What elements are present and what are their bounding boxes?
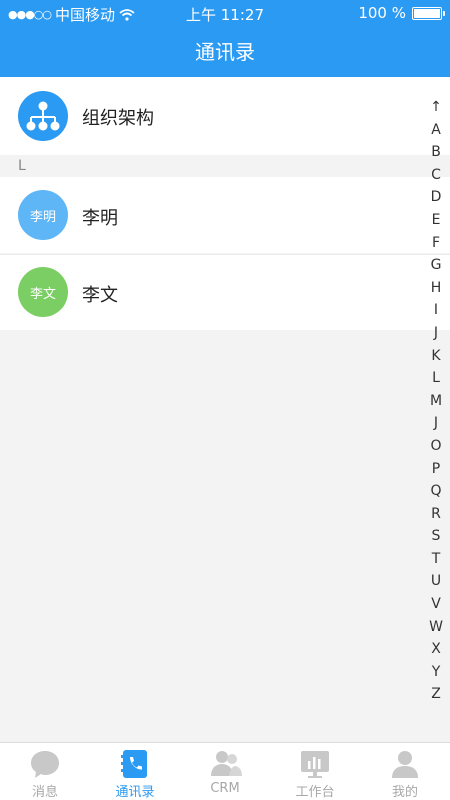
index-letter[interactable]: G	[422, 254, 450, 277]
index-letter[interactable]: ↑	[422, 96, 450, 119]
index-letter[interactable]: I	[422, 299, 450, 322]
tab-label: 消息	[31, 785, 58, 800]
battery-icon	[412, 6, 445, 20]
section-header: L	[0, 155, 450, 177]
tab-label: 工作台	[295, 785, 335, 800]
alphabet-index-bar[interactable]: ↑ A B C D E F G H I J K L M J O P Q R S T U V W X Y Z	[422, 96, 450, 706]
index-letter[interactable]: S	[422, 525, 450, 548]
avatar: 李文	[18, 267, 68, 317]
tab-bar: 消息 通讯录 CRM 工作台 我的	[0, 742, 450, 800]
profile-icon	[392, 751, 418, 778]
index-letter[interactable]: J	[422, 412, 450, 435]
index-letter[interactable]: K	[422, 345, 450, 368]
org-chart-icon	[18, 91, 68, 141]
tab-crm[interactable]: CRM	[180, 743, 270, 800]
index-letter[interactable]: X	[422, 638, 450, 661]
battery-label: 100 %	[358, 4, 406, 22]
org-structure-label: 组织架构	[82, 108, 154, 129]
index-letter[interactable]: R	[422, 503, 450, 526]
index-letter[interactable]: U	[422, 570, 450, 593]
index-letter[interactable]: W	[422, 616, 450, 639]
index-letter[interactable]: M	[422, 390, 450, 413]
contacts-icon	[121, 750, 147, 778]
index-letter[interactable]: D	[422, 186, 450, 209]
crm-icon	[211, 751, 242, 776]
tab-messages[interactable]: 消息	[0, 743, 90, 800]
index-letter[interactable]: C	[422, 164, 450, 187]
contact-item[interactable]: 李明 李明	[0, 177, 450, 253]
contact-item[interactable]: 李文 李文	[0, 255, 450, 330]
index-letter[interactable]: Q	[422, 480, 450, 503]
index-letter[interactable]: H	[422, 277, 450, 300]
page-title: 通讯录	[195, 40, 255, 64]
index-letter[interactable]: Y	[422, 661, 450, 684]
index-letter[interactable]: B	[422, 141, 450, 164]
status-bar: ●●●○○ 中国移动 上午 11:27 100 %	[0, 0, 450, 26]
status-right: 100 %	[358, 4, 445, 22]
tab-label: CRM	[210, 781, 240, 796]
index-letter[interactable]: A	[422, 119, 450, 142]
index-letter[interactable]: P	[422, 458, 450, 481]
org-structure-item[interactable]: 组织架构	[0, 77, 450, 155]
avatar: 李明	[18, 190, 68, 240]
index-letter[interactable]: L	[422, 367, 450, 390]
section-letter: L	[18, 158, 26, 174]
top-bar: ●●●○○ 中国移动 上午 11:27 100 % 通讯录	[0, 0, 450, 77]
index-letter[interactable]: J	[422, 322, 450, 345]
workbench-icon	[301, 751, 329, 778]
index-letter[interactable]: Z	[422, 683, 450, 706]
tab-contacts[interactable]: 通讯录	[90, 743, 180, 800]
contact-name: 李明	[82, 208, 118, 229]
tab-label: 通讯录	[115, 785, 155, 800]
index-letter[interactable]: F	[422, 232, 450, 255]
index-letter[interactable]: E	[422, 209, 450, 232]
tab-profile[interactable]: 我的	[360, 743, 450, 800]
contact-name: 李文	[82, 285, 118, 306]
index-letter[interactable]: V	[422, 593, 450, 616]
tab-label: 我的	[391, 785, 418, 800]
tab-workbench[interactable]: 工作台	[270, 743, 360, 800]
message-icon	[31, 751, 59, 778]
index-letter[interactable]: O	[422, 435, 450, 458]
index-letter[interactable]: T	[422, 548, 450, 571]
